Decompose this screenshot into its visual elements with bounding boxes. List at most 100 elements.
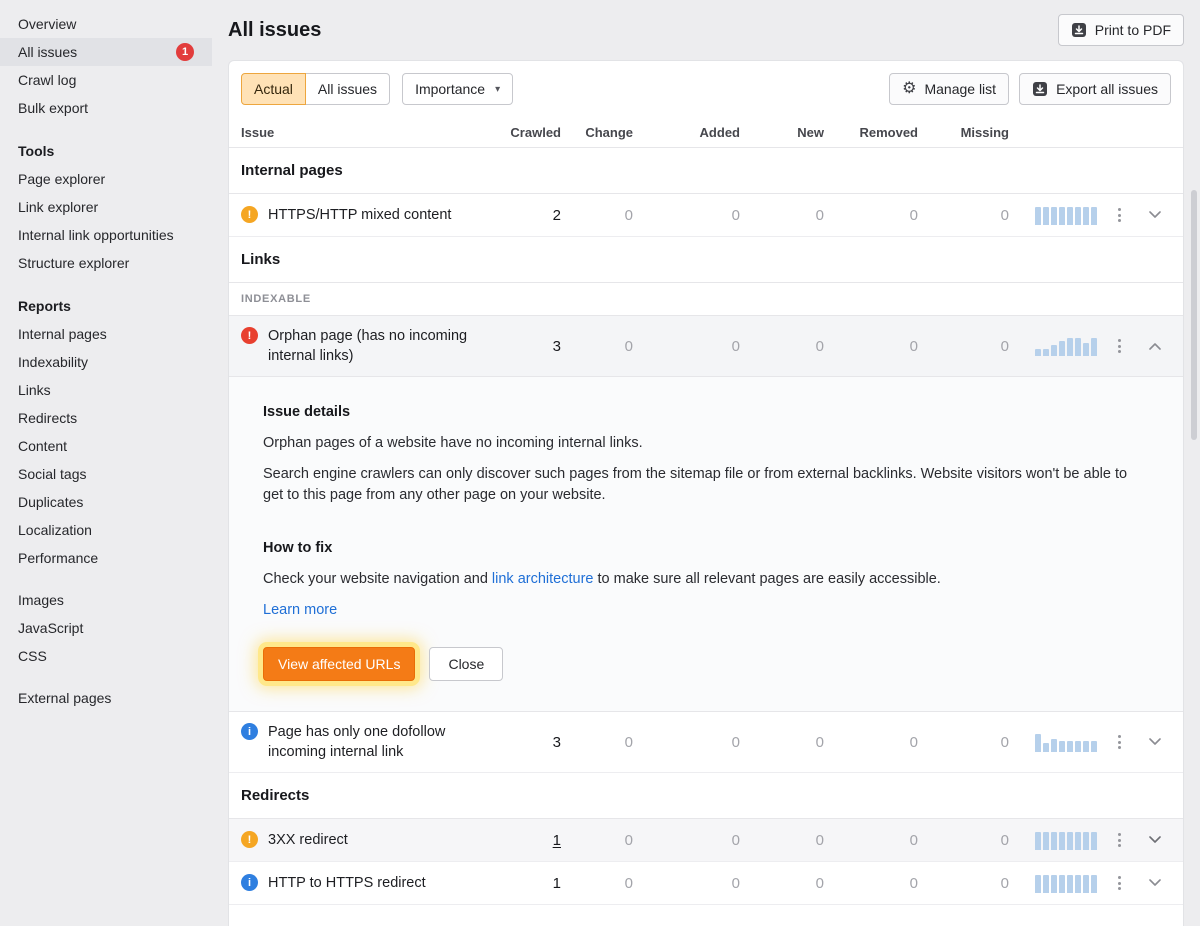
section-header-internal-pages: Internal pages	[229, 148, 1183, 194]
sidebar-item-duplicates[interactable]: Duplicates	[0, 488, 212, 516]
sidebar-group-gap	[0, 572, 212, 586]
importance-label: Importance	[415, 81, 485, 97]
sidebar-item-external-pages[interactable]: External pages	[0, 684, 212, 712]
learn-more-link[interactable]: Learn more	[263, 602, 337, 618]
sidebar-section-reports: Reports	[0, 292, 212, 320]
change-value: 0	[561, 338, 633, 355]
toolbar-right: ⚙ Manage list Export all issues	[889, 73, 1171, 105]
how-to-fix-heading: How to fix	[263, 540, 1149, 556]
scrollbar-thumb[interactable]	[1191, 190, 1197, 440]
issue-row-3xx-redirect[interactable]: 3XX redirect 1 0 0 0 0 0	[229, 819, 1183, 862]
manage-list-label: Manage list	[924, 81, 996, 97]
sidebar-item-internal-pages[interactable]: Internal pages	[0, 320, 212, 348]
missing-value: 0	[918, 338, 1009, 355]
crawled-value: 2	[491, 207, 561, 224]
sidebar-item-structure-explorer[interactable]: Structure explorer	[0, 249, 212, 277]
chevron-down-icon[interactable]	[1145, 734, 1165, 750]
trend-sparkline	[1035, 830, 1097, 850]
sidebar-item-content[interactable]: Content	[0, 432, 212, 460]
print-to-pdf-label: Print to PDF	[1095, 22, 1171, 38]
sidebar-item-links[interactable]: Links	[0, 376, 212, 404]
sidebar-item-label: Crawl log	[18, 66, 76, 94]
crawled-value: 1	[491, 875, 561, 892]
added-value: 0	[633, 338, 740, 355]
importance-dropdown[interactable]: Importance ▾	[402, 73, 513, 105]
sidebar-item-label: Bulk export	[18, 94, 88, 122]
sidebar-item-label: Page explorer	[18, 165, 105, 193]
sidebar-item-label: External pages	[18, 684, 111, 712]
tab-all-issues[interactable]: All issues	[305, 73, 390, 105]
sidebar-item-redirects[interactable]: Redirects	[0, 404, 212, 432]
issue-row-orphan-page[interactable]: Orphan page (has no incoming internal li…	[229, 316, 1183, 377]
crawled-value: 3	[491, 734, 561, 751]
issue-row-http-to-https-redirect[interactable]: HTTP to HTTPS redirect 1 0 0 0 0 0	[229, 862, 1183, 905]
column-header-issue: Issue	[241, 125, 491, 140]
view-affected-urls-button[interactable]: View affected URLs	[263, 647, 415, 681]
sidebar-item-internal-link-opportunities[interactable]: Internal link opportunities	[0, 221, 212, 249]
sidebar-item-label: Link explorer	[18, 193, 98, 221]
sidebar-item-label: Social tags	[18, 460, 86, 488]
sidebar-item-label: Internal link opportunities	[18, 221, 174, 249]
export-icon	[1032, 81, 1048, 97]
change-value: 0	[561, 734, 633, 751]
page-title: All issues	[228, 19, 321, 42]
chevron-up-icon[interactable]	[1145, 338, 1165, 354]
sidebar-item-crawl-log[interactable]: Crawl log	[0, 66, 212, 94]
close-button[interactable]: Close	[429, 647, 503, 681]
sidebar-item-bulk-export[interactable]: Bulk export	[0, 94, 212, 122]
row-menu-icon[interactable]	[1114, 731, 1125, 753]
sidebar-item-label: CSS	[18, 642, 47, 670]
tab-actual[interactable]: Actual	[241, 73, 306, 105]
sidebar-item-indexability[interactable]: Indexability	[0, 348, 212, 376]
column-header-removed: Removed	[824, 125, 918, 140]
manage-list-button[interactable]: ⚙ Manage list	[889, 73, 1009, 105]
new-value: 0	[740, 832, 824, 849]
chevron-down-icon[interactable]	[1145, 207, 1165, 223]
crawled-value: 3	[491, 338, 561, 355]
warning-icon	[241, 206, 258, 223]
sidebar-item-label: All issues	[18, 38, 77, 66]
sidebar-item-link-explorer[interactable]: Link explorer	[0, 193, 212, 221]
row-menu-icon[interactable]	[1114, 872, 1125, 894]
row-menu-icon[interactable]	[1114, 335, 1125, 357]
removed-value: 0	[824, 875, 918, 892]
sidebar-item-javascript[interactable]: JavaScript	[0, 614, 212, 642]
issue-row-https-http-mixed-content[interactable]: HTTPS/HTTP mixed content 2 0 0 0 0 0	[229, 194, 1183, 237]
issue-details-paragraph: Orphan pages of a website have no incomi…	[263, 433, 1149, 454]
warning-icon	[241, 831, 258, 848]
view-segmented-control: Actual All issues	[241, 73, 390, 105]
added-value: 0	[633, 734, 740, 751]
chevron-down-icon[interactable]	[1145, 875, 1165, 891]
issues-count-badge: 1	[176, 43, 194, 61]
row-menu-icon[interactable]	[1114, 829, 1125, 851]
trend-sparkline	[1035, 205, 1097, 225]
issues-toolbar: Actual All issues Importance ▾ ⚙ Manage …	[229, 61, 1183, 117]
added-value: 0	[633, 207, 740, 224]
change-value: 0	[561, 875, 633, 892]
print-to-pdf-button[interactable]: Print to PDF	[1058, 14, 1184, 46]
sidebar-item-overview[interactable]: Overview	[0, 10, 212, 38]
how-to-fix-paragraph: Check your website navigation and link a…	[263, 569, 1149, 590]
sidebar-item-page-explorer[interactable]: Page explorer	[0, 165, 212, 193]
sidebar-item-label: Images	[18, 586, 64, 614]
sidebar-item-localization[interactable]: Localization	[0, 516, 212, 544]
export-all-issues-button[interactable]: Export all issues	[1019, 73, 1171, 105]
sidebar-item-performance[interactable]: Performance	[0, 544, 212, 572]
sidebar-item-label: Indexability	[18, 348, 88, 376]
link-architecture-link[interactable]: link architecture	[492, 571, 594, 587]
added-value: 0	[633, 875, 740, 892]
row-menu-icon[interactable]	[1114, 204, 1125, 226]
table-header: Issue Crawled Change Added New Removed M…	[229, 117, 1183, 148]
sidebar-item-all-issues[interactable]: All issues 1	[0, 38, 212, 66]
chevron-down-icon[interactable]	[1145, 832, 1165, 848]
removed-value: 0	[824, 338, 918, 355]
section-header-links: Links	[229, 237, 1183, 283]
change-value: 0	[561, 207, 633, 224]
sidebar-item-css[interactable]: CSS	[0, 642, 212, 670]
crawled-value-link[interactable]: 1	[553, 832, 561, 849]
issue-row-one-dofollow-link[interactable]: Page has only one dofollow incoming inte…	[229, 712, 1183, 773]
sidebar-item-label: Overview	[18, 10, 76, 38]
sidebar-item-social-tags[interactable]: Social tags	[0, 460, 212, 488]
missing-value: 0	[918, 832, 1009, 849]
sidebar-item-images[interactable]: Images	[0, 586, 212, 614]
